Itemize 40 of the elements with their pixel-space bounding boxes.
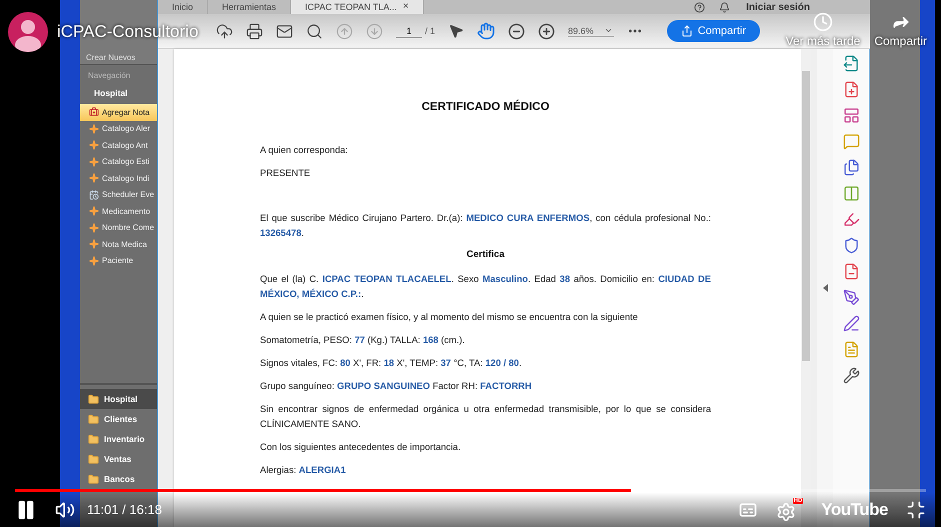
- nav-item[interactable]: Nota Medica: [80, 236, 157, 252]
- nav-item[interactable]: Paciente: [80, 252, 157, 269]
- nav-item[interactable]: Scheduler Eve: [80, 186, 157, 203]
- zoom-dropdown[interactable]: 89.6%: [568, 26, 614, 36]
- paragraph: El que suscribe Médico Cirujano Partero. Dr.(a): MEDICO CURA ENFERMOS, con cédula profesional No.: 13265478.: [260, 212, 711, 240]
- watch-later-button[interactable]: Ver más tarde: [786, 12, 860, 48]
- module-item[interactable]: Ventas: [80, 449, 157, 469]
- create-new-label[interactable]: Crear Nuevos: [86, 53, 136, 62]
- nav-item[interactable]: Nombre Come: [80, 220, 157, 236]
- nav-item[interactable]: Catalogo Indi: [80, 170, 157, 186]
- paragraph: Alergias: ALERGIA1: [260, 464, 347, 477]
- paragraph: Somatometría, PESO: 77 (Kg.) TALLA: 168 (cm.).: [260, 334, 466, 347]
- module-item[interactable]: Inventario: [80, 429, 157, 449]
- nav-item[interactable]: Catalogo Ant: [80, 137, 157, 154]
- section-heading: Certifica: [465, 249, 506, 260]
- module-item[interactable]: Hospital: [80, 389, 157, 409]
- sign-in-link[interactable]: Iniciar sesión: [746, 2, 810, 12]
- paragraph: Con los siguientes antecedentes de importancia.: [260, 441, 462, 454]
- module-item[interactable]: Bancos: [80, 469, 157, 489]
- time-display: 11:01 / 16:18: [87, 502, 162, 517]
- document-title: CERTIFICADO MÉDICO: [420, 101, 550, 113]
- paragraph: Que el (la) C. ICPAC TEOPAN TLACAELEL. Sexo Masculino. Edad 38 años. Domicilio en: CIUDAD DE MÉXICO, MÉXICO C.P.:.: [260, 273, 711, 301]
- paragraph: PRESENTE: [260, 167, 312, 180]
- navigation-header: Navegación: [87, 70, 132, 82]
- module-item[interactable]: Clientes: [80, 409, 157, 429]
- share-button[interactable]: Compartir: [666, 20, 760, 42]
- nav-item[interactable]: Medicamento: [80, 203, 157, 220]
- paragraph: Signos vitales, FC: 80 X', FR: 18 X', TEMP: 37 °C, TA: 120 / 80.: [260, 357, 523, 370]
- paragraph: A quien corresponda:: [260, 144, 349, 157]
- nav-item[interactable]: Catalogo Esti: [80, 154, 157, 170]
- paragraph: A quien se le practicó examen físico, y al momento del mismo se encuentra con la siguiente: [260, 311, 639, 324]
- nav-item[interactable]: Agregar Nota: [80, 104, 157, 120]
- nav-item[interactable]: Catalogo Aler: [80, 120, 157, 137]
- paragraph: Grupo sanguíneo: GRUPO SANGUINEO Factor RH: FACTORRH: [260, 380, 533, 393]
- paragraph: Sin encontrar signos de enfermedad orgánica u otra enfermedad transmisible, por lo que se considera CLÍNICAMENTE SANO.: [260, 403, 711, 431]
- close-tab-button[interactable]: ×: [402, 1, 409, 13]
- page-number-field[interactable]: 1: [396, 24, 422, 38]
- nav-group-title: Hospital: [93, 87, 129, 100]
- page-total: / 1: [425, 26, 436, 36]
- tab[interactable]: ICPAC TEOPAN TLA... ×: [291, 0, 424, 14]
